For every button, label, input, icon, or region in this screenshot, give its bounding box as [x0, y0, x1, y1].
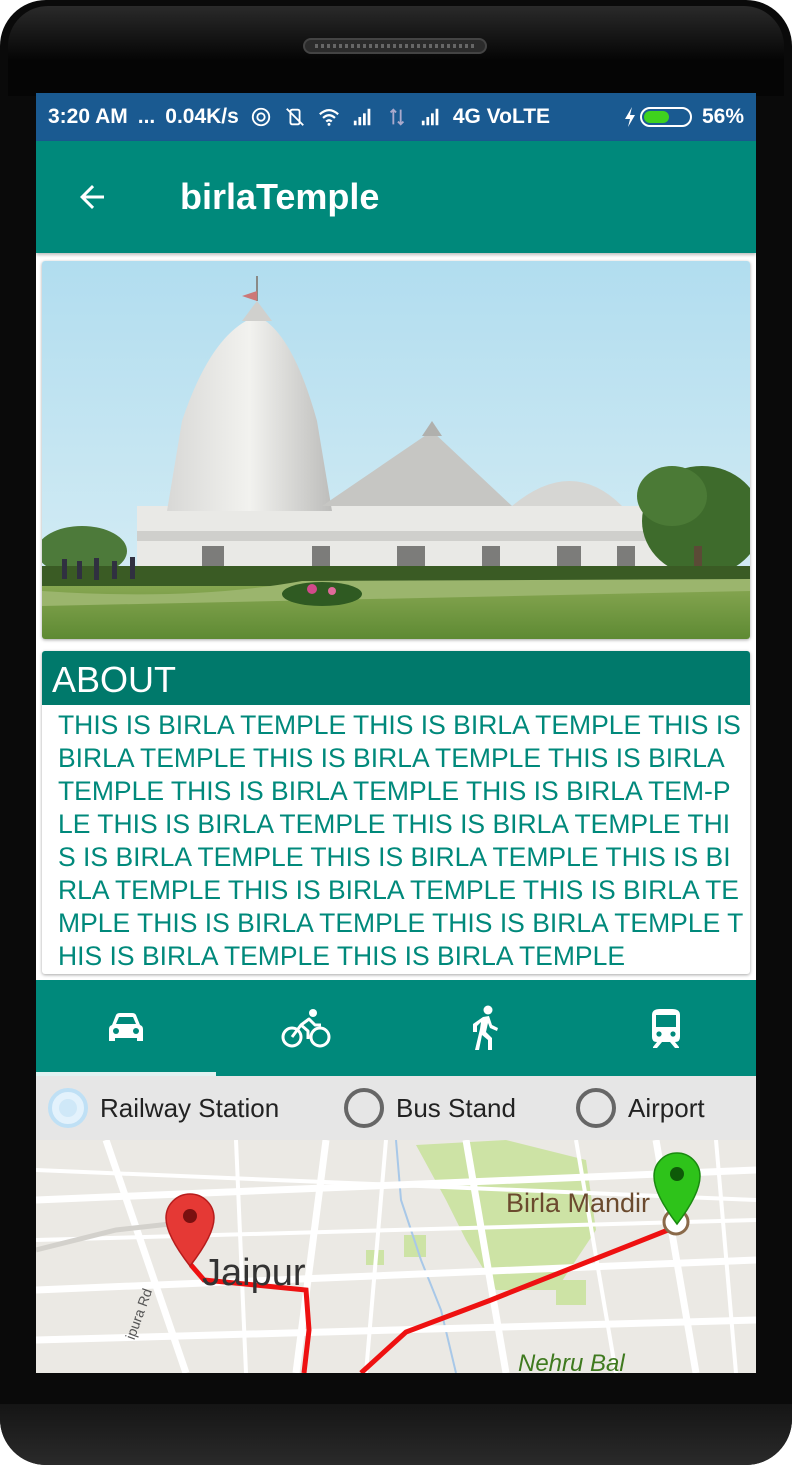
temple-photo — [42, 261, 750, 639]
status-dots: ... — [137, 105, 156, 128]
battery-percent: 56% — [701, 105, 744, 128]
bike-icon — [281, 1009, 331, 1048]
wifi-icon — [318, 109, 339, 126]
about-text: THIS IS BIRLA TEMPLE THIS IS BIRLA TEMPL… — [58, 710, 744, 971]
transport-tabs — [36, 980, 756, 1076]
hotspot-icon — [251, 107, 270, 127]
battery-icon — [639, 107, 692, 127]
radio-airport[interactable]: Airport — [576, 1076, 705, 1140]
status-bar: 3:20 AM ... 0.04K/s 4G VoLTE 56% — [36, 93, 756, 141]
radio-label-bus: Bus Stand — [396, 1092, 516, 1123]
page-title: birlaTemple — [180, 176, 380, 217]
radio-bus-stand[interactable]: Bus Stand — [344, 1076, 576, 1140]
map-label-temple: Birla Mandir — [506, 1188, 651, 1218]
car-icon — [109, 1013, 143, 1041]
status-time: 3:20 AM — [48, 105, 128, 128]
radio-checked-icon — [48, 1088, 88, 1128]
map-label-park: Nehru Bal — [518, 1350, 625, 1373]
charging-icon — [624, 107, 635, 127]
tab-bike[interactable] — [216, 980, 396, 1076]
radio-unchecked-icon — [344, 1088, 384, 1128]
status-speed: 0.04K/s — [165, 105, 239, 128]
signal-1-icon — [353, 108, 371, 126]
tab-car[interactable] — [36, 980, 216, 1076]
route-map[interactable]: Jaipur Birla Mandir Nehru Bal ipura Rd — [36, 1140, 756, 1373]
back-button[interactable] — [36, 141, 148, 253]
temple-image — [42, 261, 750, 639]
app-screen: 3:20 AM ... 0.04K/s 4G VoLTE 56% birlaTe… — [36, 93, 756, 1373]
data-arrows-icon — [389, 108, 404, 126]
map-label-city: Jaipur — [202, 1252, 306, 1294]
signal-2-icon — [421, 108, 439, 126]
status-network: 4G VoLTE — [452, 105, 551, 128]
phone-bottom-bezel — [0, 1404, 792, 1465]
app-toolbar: birlaTemple — [36, 141, 756, 253]
about-card: ABOUT THIS IS BIRLA TEMPLE THIS IS BIRLA… — [42, 651, 750, 974]
tab-train[interactable] — [576, 980, 756, 1076]
arrow-back-icon — [80, 185, 104, 209]
radio-label-railway: Railway Station — [100, 1092, 280, 1123]
train-icon — [652, 1009, 680, 1048]
map-canvas — [36, 1140, 756, 1373]
walk-icon — [473, 1005, 498, 1050]
phone-frame: 3:20 AM ... 0.04K/s 4G VoLTE 56% birlaTe… — [0, 0, 792, 1465]
destination-selector: Railway Station Bus Stand Airport — [36, 1076, 756, 1140]
radio-label-airport: Airport — [628, 1092, 705, 1123]
about-heading: ABOUT — [42, 651, 750, 705]
radio-unchecked-icon — [576, 1088, 616, 1128]
vibrate-off-icon — [285, 108, 304, 126]
tab-walk[interactable] — [396, 980, 576, 1076]
phone-speaker-grille — [303, 38, 487, 54]
radio-railway-station[interactable]: Railway Station — [48, 1076, 344, 1140]
